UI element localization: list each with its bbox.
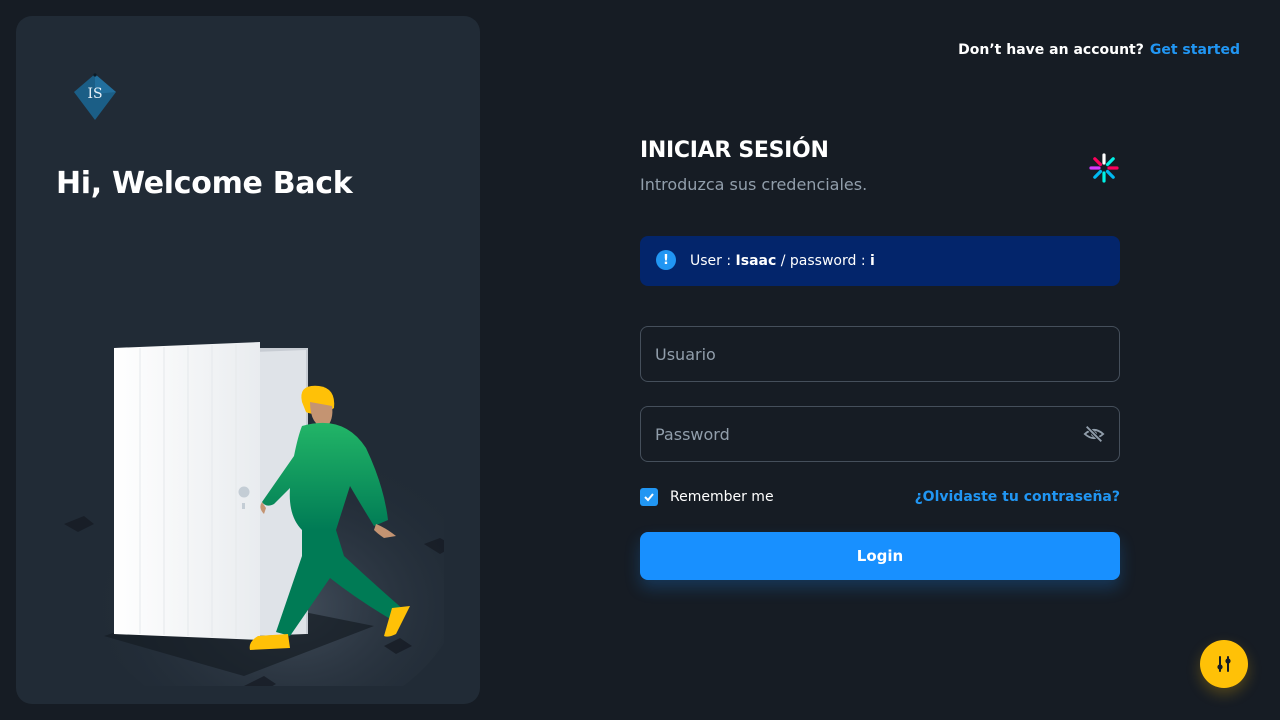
alert-prefix: User : (690, 253, 732, 269)
alert-password: i (870, 253, 875, 269)
welcome-panel: IS Hi, Welcome Back (16, 16, 480, 704)
settings-fab[interactable] (1200, 640, 1248, 688)
login-form: INICIAR SESIÓN Introduzca sus credencial… (640, 138, 1120, 580)
logo-icon: IS (74, 73, 116, 120)
get-started-link[interactable]: Get started (1150, 42, 1240, 58)
username-field (640, 326, 1120, 382)
login-button[interactable]: Login (640, 532, 1120, 580)
welcome-title: Hi, Welcome Back (56, 166, 353, 201)
check-icon (644, 493, 654, 502)
password-input[interactable] (655, 424, 1083, 444)
remember-checkbox[interactable] (640, 488, 658, 506)
alert-middle: / password : (780, 253, 866, 269)
forgot-password-link[interactable]: ¿Olvidaste tu contraseña? (915, 489, 1120, 505)
remember-label: Remember me (670, 489, 774, 505)
jwt-brand-icon (1089, 153, 1119, 183)
signup-row: Don’t have an account? Get started (958, 42, 1240, 58)
logo-text: IS (87, 86, 102, 102)
options-row: Remember me ¿Olvidaste tu contraseña? (640, 488, 1120, 506)
door-illustration (64, 342, 444, 686)
signup-prompt: Don’t have an account? (958, 42, 1144, 58)
credentials-alert: ! User : Isaac / password : i (640, 236, 1120, 286)
form-header: INICIAR SESIÓN Introduzca sus credencial… (640, 138, 1120, 194)
eye-off-icon[interactable] (1083, 423, 1105, 445)
page-subtitle: Introduzca sus credenciales. (640, 175, 868, 194)
remember-me[interactable]: Remember me (640, 488, 774, 506)
settings-sliders-icon (1217, 656, 1231, 672)
info-icon: ! (656, 250, 676, 270)
username-input[interactable] (655, 344, 1105, 364)
alert-text: User : Isaac / password : i (690, 253, 875, 269)
page-title: INICIAR SESIÓN (640, 138, 829, 163)
password-field (640, 406, 1120, 462)
alert-user: Isaac (735, 253, 777, 269)
